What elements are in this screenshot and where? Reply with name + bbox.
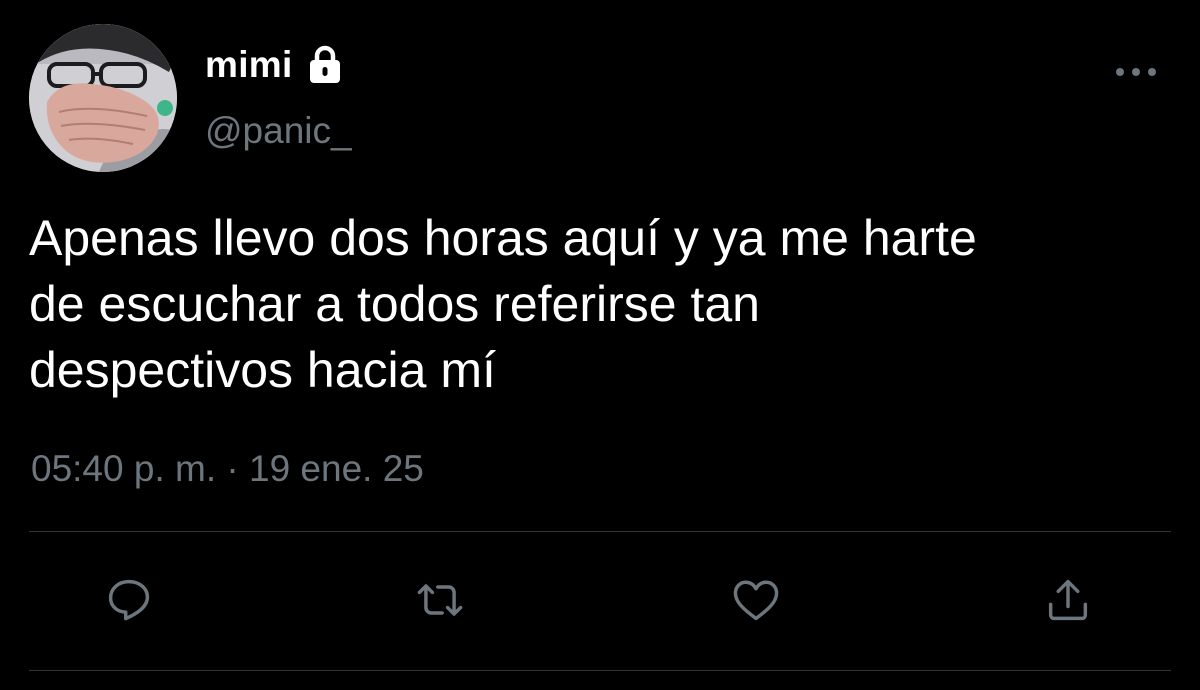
lock-icon	[309, 45, 340, 83]
timestamp[interactable]: 05:40 p. m. · 19 ene. 25	[31, 448, 424, 490]
timestamp-separator: ·	[226, 448, 239, 489]
tweet-text-line: despectivos hacia mí	[29, 342, 496, 398]
divider	[29, 670, 1171, 671]
share-button[interactable]	[1040, 572, 1096, 628]
tweet-text: Apenas llevo dos horas aquí y ya me hart…	[29, 205, 1179, 403]
retweet-button[interactable]	[412, 572, 468, 628]
author-name-row: mimi	[205, 40, 343, 90]
tweet-date: 19 ene. 25	[249, 448, 424, 489]
avatar[interactable]	[29, 24, 177, 172]
display-name[interactable]: mimi	[205, 44, 293, 86]
more-button[interactable]	[1110, 56, 1162, 88]
like-button[interactable]	[728, 572, 784, 628]
tweet-time: 05:40 p. m.	[31, 448, 217, 489]
handle[interactable]: @panic_	[205, 110, 352, 152]
divider	[29, 531, 1171, 532]
share-icon	[1048, 579, 1088, 621]
reply-icon	[108, 579, 150, 621]
reply-button[interactable]	[101, 572, 157, 628]
more-horizontal-icon	[1116, 68, 1156, 76]
tweet-text-line: de escuchar a todos referirse tan	[29, 276, 760, 332]
tweet-text-line: Apenas llevo dos horas aquí y ya me hart…	[29, 210, 977, 266]
avatar-image	[29, 24, 177, 172]
heart-icon	[733, 580, 779, 621]
tweet: mimi @panic_ Apenas llevo dos horas aquí…	[0, 0, 1200, 690]
retweet-icon	[417, 584, 463, 616]
